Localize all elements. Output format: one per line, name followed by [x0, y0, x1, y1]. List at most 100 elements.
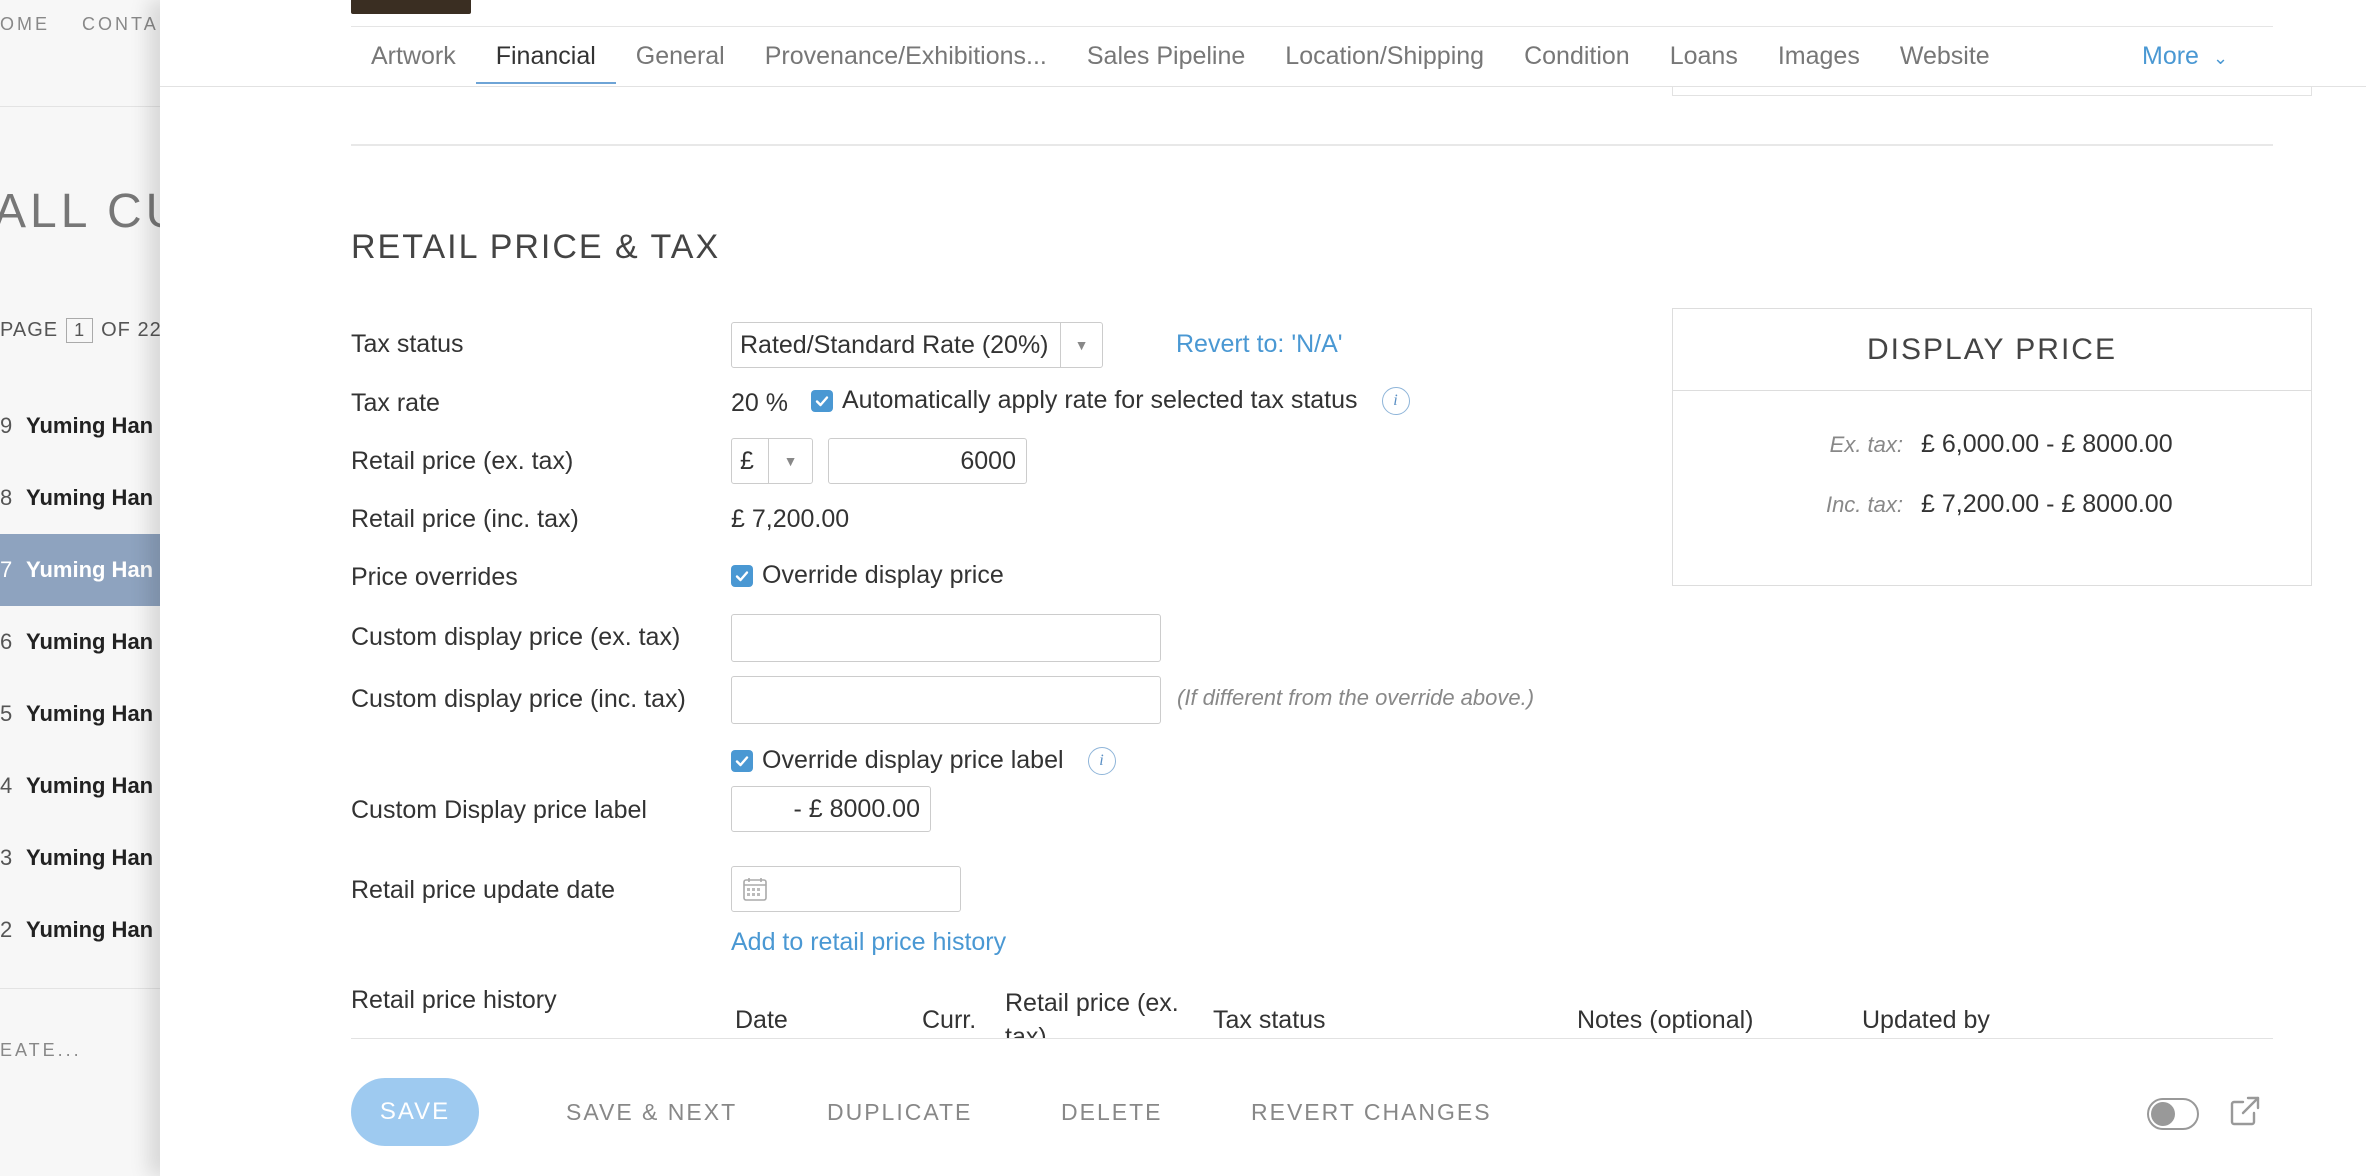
list-item[interactable]: 3 Yuming Han — [0, 822, 160, 894]
artwork-thumbnail — [351, 0, 471, 14]
tax-status-select[interactable]: Rated/Standard Rate (20%) ▼ — [731, 322, 1103, 368]
auto-apply-rate-label: Automatically apply rate for selected ta… — [842, 386, 1358, 414]
display-ex-key: Ex. tax: — [1829, 432, 1903, 457]
revert-changes-button[interactable]: REVERT CHANGES — [1251, 1078, 1492, 1146]
row-artist: Yuming Han — [26, 773, 154, 798]
tab-bar: Artwork Financial General Provenance/Exh… — [351, 28, 2010, 84]
row-number: 4 — [0, 773, 13, 798]
row-artist: Yuming Han — [26, 701, 154, 726]
action-bar: SAVE SAVE & NEXT DUPLICATE DELETE REVERT… — [160, 1040, 2366, 1176]
override-display-price-label: Override display price — [762, 561, 1004, 589]
history-col-notes: Notes (optional) — [1577, 1006, 1754, 1034]
custom-display-inc-input[interactable] — [731, 676, 1161, 724]
history-col-date: Date — [735, 1006, 788, 1034]
top-nav: OME CONTA — [0, 14, 160, 35]
list-item[interactable]: 5 Yuming Han — [0, 678, 160, 750]
custom-price-label-input[interactable]: - £ 8000.00 — [731, 786, 931, 832]
tax-status-label: Tax status — [351, 330, 464, 358]
row-number: 6 — [0, 629, 13, 654]
tab-location-shipping[interactable]: Location/Shipping — [1265, 28, 1504, 84]
create-button[interactable]: EATE... — [0, 1040, 82, 1061]
list-item[interactable]: 6 Yuming Han — [0, 606, 160, 678]
list-title: ALL CUR — [0, 185, 160, 238]
custom-display-ex-label: Custom display price (ex. tax) — [351, 623, 681, 651]
tab-more-label: More — [2142, 42, 2199, 70]
row-number: 7 — [0, 557, 13, 582]
update-date-input[interactable] — [731, 866, 961, 912]
history-col-updated-by: Updated by — [1862, 1006, 1990, 1034]
list-item[interactable]: 4 Yuming Han — [0, 750, 160, 822]
checkbox-checked-icon — [731, 749, 753, 772]
list-item[interactable]: 2 Yuming Han — [0, 894, 160, 966]
tab-financial[interactable]: Financial — [475, 28, 616, 84]
row-number: 3 — [0, 845, 13, 870]
external-link-icon[interactable] — [2228, 1094, 2262, 1128]
tab-condition[interactable]: Condition — [1504, 28, 1650, 84]
nav-contacts[interactable]: CONTA — [82, 14, 159, 34]
row-number: 5 — [0, 701, 13, 726]
list-item[interactable]: 9 Yuming Han — [0, 390, 160, 462]
checkbox-checked-icon — [811, 389, 833, 412]
section-title: RETAIL PRICE & TAX — [351, 228, 721, 266]
row-artist: Yuming Han — [26, 917, 154, 942]
info-icon[interactable]: i — [1087, 746, 1116, 775]
custom-display-inc-label: Custom display price (inc. tax) — [351, 685, 686, 713]
list-item-selected[interactable]: 7 Yuming Han — [0, 534, 160, 606]
display-ex-value: £ 6,000.00 - £ 8000.00 — [1921, 430, 2173, 458]
override-price-label-checkbox[interactable]: Override display price label i — [731, 746, 1116, 775]
display-inc-key: Inc. tax: — [1825, 492, 1903, 517]
caret-down-icon: ▼ — [768, 439, 812, 483]
save-next-button[interactable]: SAVE & NEXT — [566, 1078, 737, 1146]
currency-select[interactable]: £ ▼ — [731, 438, 813, 484]
toggle-knob — [2151, 1102, 2175, 1126]
row-artist: Yuming Han — [26, 629, 154, 654]
caret-down-icon: ▼ — [1060, 323, 1102, 367]
tab-general[interactable]: General — [616, 28, 745, 84]
retail-price-ex-input[interactable]: 6000 — [828, 438, 1027, 484]
divider — [351, 1038, 2273, 1039]
revert-tax-status-link[interactable]: Revert to: 'N/A' — [1176, 330, 1343, 359]
row-number: 2 — [0, 917, 13, 942]
section-divider — [351, 144, 2273, 146]
delete-button[interactable]: DELETE — [1061, 1078, 1162, 1146]
save-button[interactable]: SAVE — [351, 1078, 479, 1146]
row-artist: Yuming Han — [26, 485, 154, 510]
tab-more-dropdown[interactable]: More ⌄ — [2142, 28, 2228, 84]
calendar-icon[interactable] — [742, 876, 768, 902]
toggle-switch[interactable] — [2147, 1098, 2199, 1130]
pagination: PAGE 1 OF 22 — [0, 318, 160, 343]
previous-panel-edge — [1672, 86, 2312, 96]
override-display-price-checkbox[interactable]: Override display price — [731, 561, 1004, 590]
tab-artwork[interactable]: Artwork — [351, 28, 476, 84]
info-icon[interactable]: i — [1381, 386, 1410, 415]
auto-apply-rate-checkbox[interactable]: Automatically apply rate for selected ta… — [811, 386, 1410, 415]
row-artist: Yuming Han — [26, 845, 154, 870]
nav-home[interactable]: OME — [0, 14, 50, 34]
history-col-tax-status: Tax status — [1213, 1006, 1326, 1034]
row-number: 8 — [0, 485, 13, 510]
display-price-panel: DISPLAY PRICE Ex. tax: £ 6,000.00 - £ 80… — [1672, 308, 2312, 586]
chevron-down-icon: ⌄ — [2212, 48, 2229, 68]
tab-images[interactable]: Images — [1758, 28, 1880, 84]
tab-sales-pipeline[interactable]: Sales Pipeline — [1067, 28, 1265, 84]
page-label: PAGE — [0, 319, 59, 341]
tab-loans[interactable]: Loans — [1650, 28, 1758, 84]
tab-provenance[interactable]: Provenance/Exhibitions... — [745, 28, 1067, 84]
tax-rate-label: Tax rate — [351, 389, 440, 417]
background-list-pane: OME CONTA ALL CUR PAGE 1 OF 22 9 Yuming H… — [0, 0, 160, 1176]
display-price-title: DISPLAY PRICE — [1673, 309, 2311, 391]
currency-value: £ — [740, 446, 754, 475]
add-to-history-link[interactable]: Add to retail price history — [731, 928, 1006, 957]
custom-display-inc-hint: (If different from the override above.) — [1177, 685, 1535, 710]
tax-status-value: Rated/Standard Rate (20%) — [740, 330, 1049, 359]
duplicate-button[interactable]: DUPLICATE — [827, 1078, 972, 1146]
row-artist: Yuming Han — [26, 557, 154, 582]
custom-display-ex-input[interactable] — [731, 614, 1161, 662]
price-overrides-label: Price overrides — [351, 563, 518, 591]
page-number-input[interactable]: 1 — [66, 318, 94, 343]
list-item[interactable]: 8 Yuming Han — [0, 462, 160, 534]
row-number: 9 — [0, 413, 13, 438]
history-col-retail-price: Retail price (ex. tax) — [1005, 989, 1179, 1038]
tab-website[interactable]: Website — [1880, 28, 2010, 84]
divider — [0, 988, 160, 989]
